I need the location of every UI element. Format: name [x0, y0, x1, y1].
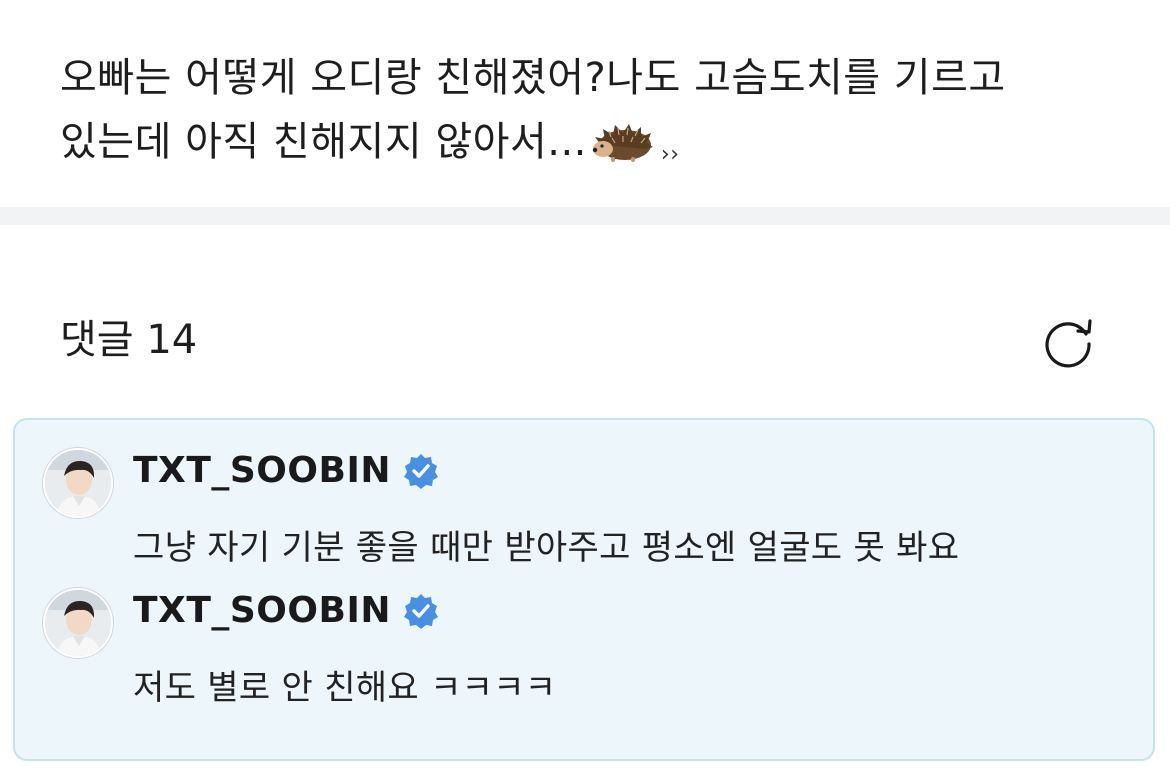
section-divider	[0, 207, 1170, 225]
post-line-2-text: 있는데 아직 친해지지 않아서...	[60, 119, 587, 165]
avatar[interactable]	[43, 588, 113, 658]
comment-thread: TXT_SOOBIN 그냥 자기 기분 좋을 때만 받아주고 평소엔 얼굴도 못…	[13, 418, 1155, 761]
comment-text: 저도 별로 안 친해요 ㅋㅋㅋㅋ	[133, 668, 557, 708]
post-line-1: 오빠는 어떻게 오디랑 친해졌어?나도 고슴도치를 기르고	[60, 55, 1006, 101]
post-line-2: 있는데 아직 친해지지 않아서... ››	[60, 110, 1120, 187]
refresh-button[interactable]	[1036, 310, 1100, 374]
username[interactable]: TXT_SOOBIN	[133, 450, 391, 491]
comment-header: TXT_SOOBIN	[133, 590, 439, 631]
comments-count-label: 댓글 14	[60, 317, 198, 363]
post-body: 오빠는 어떻게 오디랑 친해졌어?나도 고슴도치를 기르고 있는데 아직 친해지…	[60, 46, 1120, 187]
hedgehog-emoji-icon	[591, 118, 655, 182]
refresh-icon	[1045, 319, 1092, 368]
avatar[interactable]	[43, 448, 113, 518]
verified-badge-icon	[403, 593, 438, 629]
page: 오빠는 어떻게 오디랑 친해졌어?나도 고슴도치를 기르고 있는데 아직 친해지…	[0, 0, 1170, 783]
comment-text: 그냥 자기 기분 좋을 때만 받아주고 평소엔 얼굴도 못 봐요	[133, 528, 960, 568]
more-indicator: ››	[660, 142, 680, 167]
username[interactable]: TXT_SOOBIN	[133, 590, 391, 631]
verified-badge-icon	[403, 453, 438, 489]
comment-header: TXT_SOOBIN	[133, 450, 439, 491]
